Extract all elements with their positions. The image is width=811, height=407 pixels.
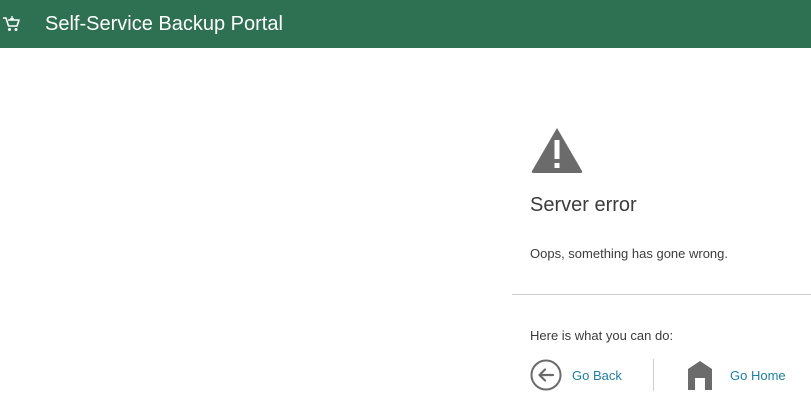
divider [512,294,811,295]
error-title: Server error [530,194,637,216]
go-home-link[interactable]: Go Home [684,358,786,392]
actions-hint: Here is what you can do: [530,328,674,343]
arrow-left-circle-icon [530,359,562,391]
error-panel: Server error Oops, something has gone wr… [512,48,811,407]
go-home-label[interactable]: Go Home [730,368,786,383]
actions-separator [653,359,654,391]
error-message: Oops, something has gone wrong. [530,246,729,261]
home-icon [684,359,716,391]
go-back-link[interactable]: Go Back [530,358,622,392]
warning-icon [530,126,584,174]
top-bar: Self-Service Backup Portal [0,0,811,48]
cart-icon[interactable] [2,14,22,34]
app-title: Self-Service Backup Portal [45,13,283,35]
go-back-label[interactable]: Go Back [572,368,622,383]
